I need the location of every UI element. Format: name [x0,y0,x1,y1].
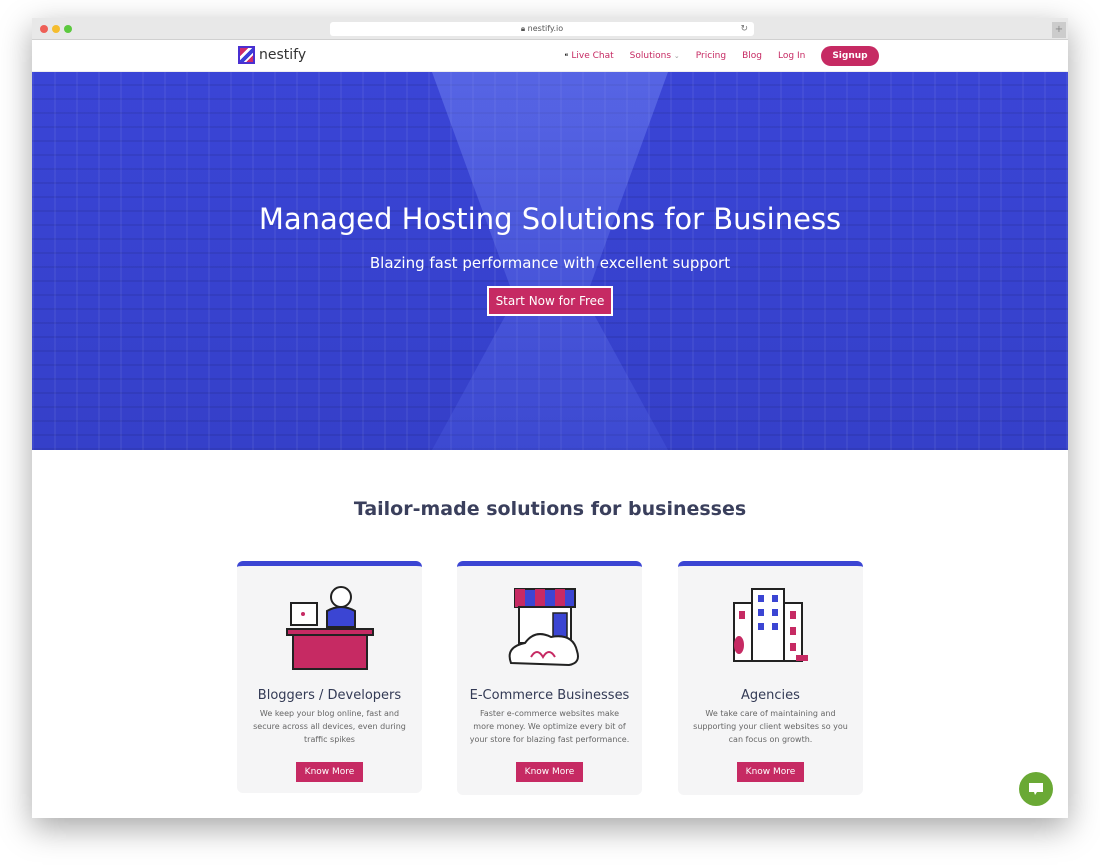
know-more-button[interactable]: Know More [295,762,364,782]
address-bar[interactable]: 🔒︎ nestify.io ↻ [330,22,754,36]
card-bloggers: Bloggers / Developers We keep your blog … [237,561,422,793]
nav-live-chat[interactable]: ⁌ Live Chat [564,51,614,61]
nav-blog[interactable]: Blog [742,51,762,61]
logo[interactable]: nestify [238,46,306,64]
start-free-button[interactable]: Start Now for Free [487,286,613,316]
chat-bubble-icon [1029,783,1043,795]
nav-solutions[interactable]: Solutions ⌄ [630,51,680,61]
hero-subtitle: Blazing fast performance with excellent … [369,254,731,272]
card-title: E-Commerce Businesses [469,688,630,703]
signup-button[interactable]: Signup [821,46,879,66]
site-nav: nestify ⁌ Live Chat Solutions ⌄ Pricing … [32,40,1068,72]
card-title: Agencies [741,688,800,703]
live-chat-widget[interactable] [1019,772,1053,806]
close-window-button[interactable] [40,25,48,33]
card-text: Faster e-commerce websites make more mon… [469,709,630,744]
know-more-button[interactable]: Know More [515,762,584,782]
nav-live-chat-label: Live Chat [571,51,614,61]
shop-cart-icon [457,578,642,678]
developer-desk-icon [237,578,422,678]
minimize-window-button[interactable] [52,25,60,33]
hero: Managed Hosting Solutions for Business B… [32,72,1068,450]
maximize-window-button[interactable] [64,25,72,33]
url-text: nestify.io [527,24,564,33]
lock-icon: 🔒︎ [520,24,528,33]
nav-pricing[interactable]: Pricing [696,51,726,61]
section-title: Tailor-made solutions for businesses [353,498,747,520]
card-agencies: Agencies We take care of maintaining and… [678,561,863,795]
new-tab-button[interactable]: + [1052,22,1066,38]
chevron-down-icon: ⌄ [673,52,680,60]
buildings-icon [678,578,863,678]
logo-text: nestify [259,47,307,63]
nav-solutions-label: Solutions [629,51,672,61]
browser-window: 🔒︎ nestify.io ↻ + nestify ⁌ Live Chat Sol… [32,18,1068,818]
nestify-logo-icon [238,46,255,64]
nav-login[interactable]: Log In [778,51,805,61]
card-ecommerce: E-Commerce Businesses Faster e-commerce … [457,561,642,795]
card-title: Bloggers / Developers [257,688,402,703]
card-text: We keep your blog online, fast and secur… [253,709,406,744]
card-text: We take care of maintaining and supporti… [693,709,848,744]
reload-icon[interactable]: ↻ [740,22,748,36]
hero-title: Managed Hosting Solutions for Business [258,202,842,236]
know-more-button[interactable]: Know More [736,762,805,782]
browser-titlebar: 🔒︎ nestify.io ↻ + [32,18,1068,40]
